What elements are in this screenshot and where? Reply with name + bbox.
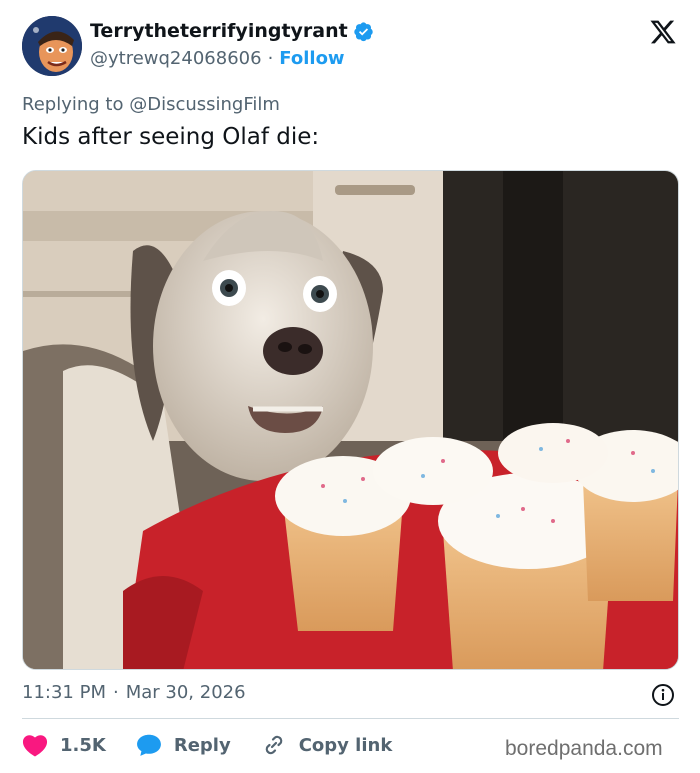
- separator-dot: ·: [112, 682, 119, 703]
- reply-label: Reply: [173, 734, 231, 756]
- info-icon[interactable]: [651, 683, 675, 707]
- reply-target-link[interactable]: @DiscussingFilm: [129, 94, 280, 115]
- replying-to: Replying to @DiscussingFilm: [22, 94, 280, 115]
- reply-button[interactable]: Reply: [136, 733, 231, 757]
- timestamp-row: 11:31 PM · Mar 30, 2026: [22, 682, 246, 703]
- follow-button[interactable]: Follow: [279, 48, 344, 69]
- watermark: boredpanda.com: [505, 737, 663, 760]
- user-name-row: Terrytheterrifyingtyrant: [90, 20, 374, 42]
- link-icon: [265, 735, 282, 755]
- verified-badge-icon: [354, 21, 373, 41]
- copy-link-label: Copy link: [298, 734, 393, 756]
- like-button[interactable]: 1.5K: [22, 733, 106, 757]
- post-date[interactable]: Mar 30, 2026: [126, 682, 246, 703]
- tweet-card: Terrytheterrifyingtyrant @ytrewq24068606…: [0, 0, 700, 773]
- x-logo-icon[interactable]: [648, 18, 678, 46]
- heart-icon: [22, 735, 48, 757]
- tweet-media-gif[interactable]: [22, 170, 679, 670]
- avatar[interactable]: [22, 16, 82, 76]
- post-time[interactable]: 11:31 PM: [22, 682, 106, 703]
- action-bar: 1.5K Reply Copy link: [22, 730, 422, 760]
- copy-link-button[interactable]: Copy link: [261, 733, 393, 757]
- user-handle[interactable]: @ytrewq24068606: [90, 48, 262, 69]
- tweet-text: Kids after seeing Olaf die:: [22, 124, 320, 150]
- display-name[interactable]: Terrytheterrifyingtyrant: [90, 20, 348, 42]
- like-count: 1.5K: [60, 734, 106, 756]
- replying-prefix: Replying to: [22, 94, 130, 115]
- handle-row: @ytrewq24068606 · Follow: [90, 48, 345, 69]
- divider: [22, 718, 679, 719]
- separator-dot: ·: [267, 48, 274, 69]
- reply-bubble-icon: [136, 734, 161, 756]
